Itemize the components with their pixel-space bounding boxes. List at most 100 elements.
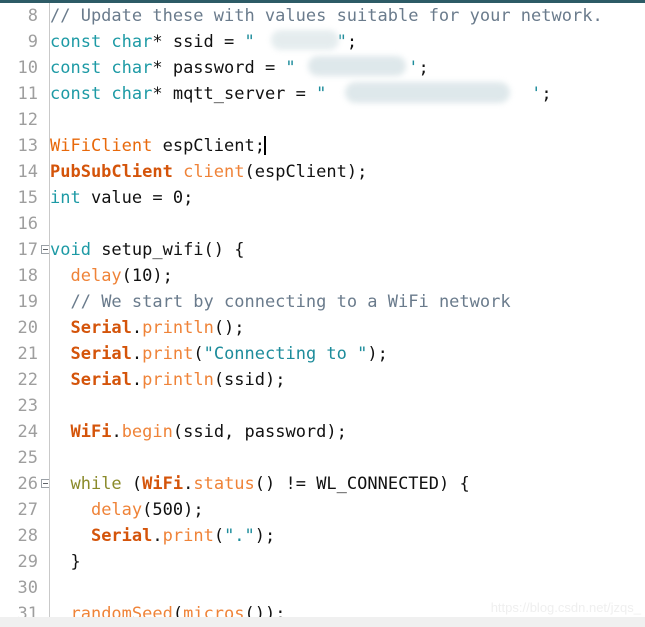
code-editor[interactable]: 8 9 10 11 12 13 14 15 16 17 18 19 20 21 22 23 24 25 26 27 28…	[0, 0, 645, 627]
line-number: 29	[17, 552, 38, 572]
gutter-row: 12	[0, 107, 49, 133]
code-token: Serial	[70, 344, 132, 364]
code-line-text: }	[50, 552, 80, 572]
code-token: (10);	[121, 266, 173, 286]
gutter-row: 26	[0, 471, 50, 497]
gutter-row: 27	[0, 497, 49, 523]
code-line[interactable]	[50, 445, 645, 471]
code-token: ());	[244, 604, 286, 617]
code-token: Serial	[70, 370, 132, 390]
code-line-text: void setup_wifi() {	[50, 240, 244, 260]
code-line[interactable]: // We start by connecting to a WiFi netw…	[50, 289, 645, 315]
code-line-text: PubSubClient client(espClient);	[50, 162, 367, 182]
code-token: '	[408, 58, 419, 78]
code-line[interactable]: const char* ssid = " ";	[50, 29, 645, 55]
code-token: WiFiClient	[50, 136, 153, 156]
line-number: 9	[27, 32, 38, 52]
code-line-text: WiFiClient espClient;	[50, 136, 265, 156]
code-line[interactable]: delay(10);	[50, 263, 645, 289]
code-line-text: while (WiFi.status() != WL_CONNECTED) {	[50, 474, 470, 494]
code-token: (ssid, password);	[172, 422, 347, 442]
code-line[interactable]: delay(500);	[50, 497, 645, 523]
line-number: 27	[17, 500, 38, 520]
code-token: const char	[50, 84, 153, 104]
gutter-row: 30	[0, 575, 49, 601]
code-line[interactable]: void setup_wifi() {	[50, 237, 645, 263]
code-line[interactable]: PubSubClient client(espClient);	[50, 159, 645, 185]
gutter-row: 28	[0, 523, 49, 549]
code-line[interactable]	[50, 575, 645, 601]
gutter-row: 8	[0, 3, 49, 29]
code-token: ();	[213, 318, 245, 338]
code-token: // We start by connecting to a WiFi netw…	[70, 292, 511, 312]
code-token: const char	[50, 58, 153, 78]
code-line[interactable]: Serial.print("Connecting to ");	[50, 341, 645, 367]
code-token: * mqtt_server =	[152, 84, 317, 104]
code-line-text: Serial.println();	[50, 318, 245, 338]
code-line[interactable]: Serial.print(".");	[50, 523, 645, 549]
code-line[interactable]: int value = 0;	[50, 185, 645, 211]
code-line[interactable]: Serial.println();	[50, 315, 645, 341]
line-number: 28	[17, 526, 38, 546]
gutter-row: 20	[0, 315, 49, 341]
code-line[interactable]: randomSeed(micros());	[50, 601, 645, 617]
code-line-text: Serial.println(ssid);	[50, 370, 285, 390]
code-line[interactable]: WiFiClient espClient;	[50, 133, 645, 159]
gutter-row: 11	[0, 81, 49, 107]
code-token: micros	[183, 604, 245, 617]
ssid-value-redacted	[271, 30, 339, 50]
line-number: 19	[17, 292, 38, 312]
line-number: 11	[17, 84, 38, 104]
code-token: );	[254, 526, 276, 546]
code-line[interactable]: }	[50, 549, 645, 575]
code-line[interactable]	[50, 107, 645, 133]
text-caret	[263, 136, 266, 155]
code-token: * password =	[152, 58, 286, 78]
line-number: 22	[17, 370, 38, 390]
code-token: WiFi	[142, 474, 184, 494]
code-line[interactable]: WiFi.begin(ssid, password);	[50, 419, 645, 445]
code-line-text: // We start by connecting to a WiFi netw…	[50, 292, 511, 312]
line-number: 12	[17, 110, 38, 130]
code-token: print	[162, 526, 214, 546]
code-token: println	[142, 318, 214, 338]
line-number-gutter: 8 9 10 11 12 13 14 15 16 17 18 19 20 21 22 23 24 25 26 27 28…	[0, 3, 50, 624]
code-line-text: WiFi.begin(ssid, password);	[50, 422, 347, 442]
gutter-row: 24	[0, 419, 49, 445]
code-token: () != WL_CONNECTED) {	[254, 474, 470, 494]
gutter-row: 17	[0, 237, 50, 263]
code-line-text: // Update these with values suitable for…	[50, 6, 603, 26]
code-line[interactable]: // Update these with values suitable for…	[50, 3, 645, 29]
code-line-text: int value = 0;	[50, 188, 193, 208]
code-token: .	[131, 344, 143, 364]
code-token: "."	[224, 526, 255, 546]
code-token: '	[531, 84, 542, 104]
code-line[interactable]: Serial.println(ssid);	[50, 367, 645, 393]
gutter-row: 18	[0, 263, 49, 289]
code-token: print	[142, 344, 194, 364]
line-number: 30	[17, 578, 38, 598]
code-line[interactable]: while (WiFi.status() != WL_CONNECTED) {	[50, 471, 645, 497]
mqtt-server-value-redacted	[345, 82, 510, 103]
code-line-text: Serial.print("Connecting to ");	[50, 344, 388, 364]
gutter-row: 23	[0, 393, 49, 419]
code-token: // Update these with values suitable for…	[50, 6, 603, 26]
code-token: .	[183, 474, 194, 494]
code-line-text: delay(10);	[50, 266, 173, 286]
gutter-row: 22	[0, 367, 49, 393]
line-number: 24	[17, 422, 38, 442]
code-token: (espClient);	[244, 162, 368, 182]
code-token: begin	[121, 422, 173, 442]
code-line[interactable]	[50, 211, 645, 237]
code-token: Serial	[90, 526, 153, 546]
code-line-text: Serial.print(".");	[50, 526, 275, 546]
code-line[interactable]	[50, 393, 645, 419]
code-token: );	[367, 344, 388, 364]
line-number: 21	[17, 344, 38, 364]
code-token: ;	[346, 32, 358, 52]
line-number: 10	[17, 58, 38, 78]
